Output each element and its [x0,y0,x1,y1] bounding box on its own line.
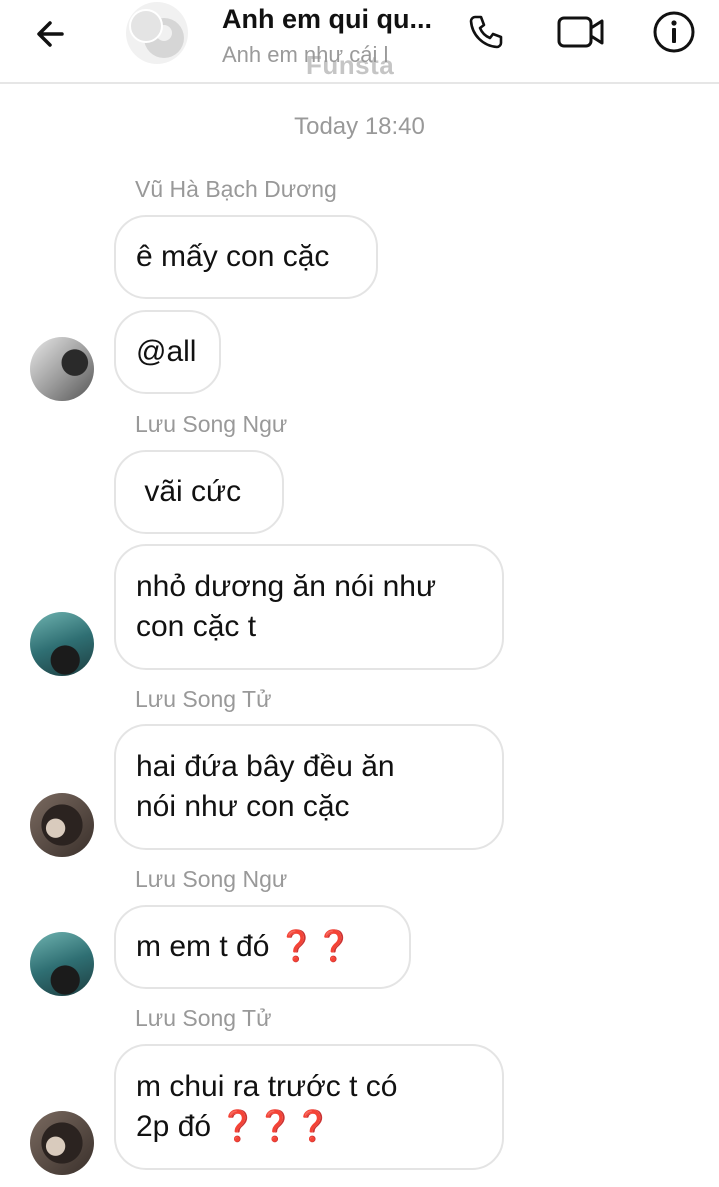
call-button[interactable] [462,8,510,56]
arrow-left-icon [37,21,64,47]
sender-name: Vũ Hà Bạch Dương [135,176,337,202]
sender-name: Lưu Song Ngư [135,866,288,892]
message-text: nhỏ dương ăn nói như [136,570,437,603]
back-button[interactable] [28,12,72,56]
message-text: hai đứa bây đều ăn [136,750,395,783]
sender-name: Lưu Song Tử [135,1005,272,1031]
phone-icon [469,15,503,49]
chat-header: Anh em qui qu... Anh em như cái l Funsta [0,0,719,84]
info-button[interactable] [650,8,698,56]
message-text: m chui ra trước t có [136,1070,398,1103]
message-text: ê mấy con cặc [136,240,330,273]
question-mark-emoji: ❓❓❓ [219,1110,332,1143]
default-avatar-icon [127,3,187,63]
sender-name: Lưu Song Tử [135,686,272,712]
watermark: Funsta [306,50,395,80]
message-text: m em t đó [136,930,278,963]
video-camera-icon [557,16,604,48]
group-avatar[interactable] [126,2,188,64]
message-text: con cặc t [136,610,257,643]
message-bubble[interactable]: nhỏ dương ăn nói như con cặc t [114,544,504,670]
sender-name: Lưu Song Ngư [135,411,288,437]
info-icon [653,11,695,53]
message-bubble[interactable]: m chui ra trước t có 2p đó ❓❓❓ [114,1044,504,1170]
message-bubble[interactable]: vãi cức [114,450,284,534]
message-timestamp: Today 18:40 [294,113,425,140]
message-text: 2p đó [136,1110,220,1143]
sender-avatar[interactable] [30,793,94,857]
message-bubble[interactable]: ê mấy con cặc [114,215,378,299]
sender-avatar[interactable] [30,932,94,996]
sender-avatar[interactable] [30,337,94,401]
message-bubble[interactable]: hai đứa bây đều ăn nói như con cặc [114,724,504,850]
conversation-title[interactable]: Anh em qui qu... [222,4,432,35]
message-text: @all [136,335,197,368]
question-mark-emoji: ❓❓ [277,930,353,963]
sender-avatar[interactable] [30,1111,94,1175]
message-bubble[interactable]: @all [114,310,221,394]
message-text: nói như con cặc [136,790,350,823]
video-call-button[interactable] [553,8,609,56]
message-bubble[interactable]: m em t đó ❓❓ [114,905,411,989]
message-text: vãi cức [136,475,242,508]
sender-avatar[interactable] [30,612,94,676]
